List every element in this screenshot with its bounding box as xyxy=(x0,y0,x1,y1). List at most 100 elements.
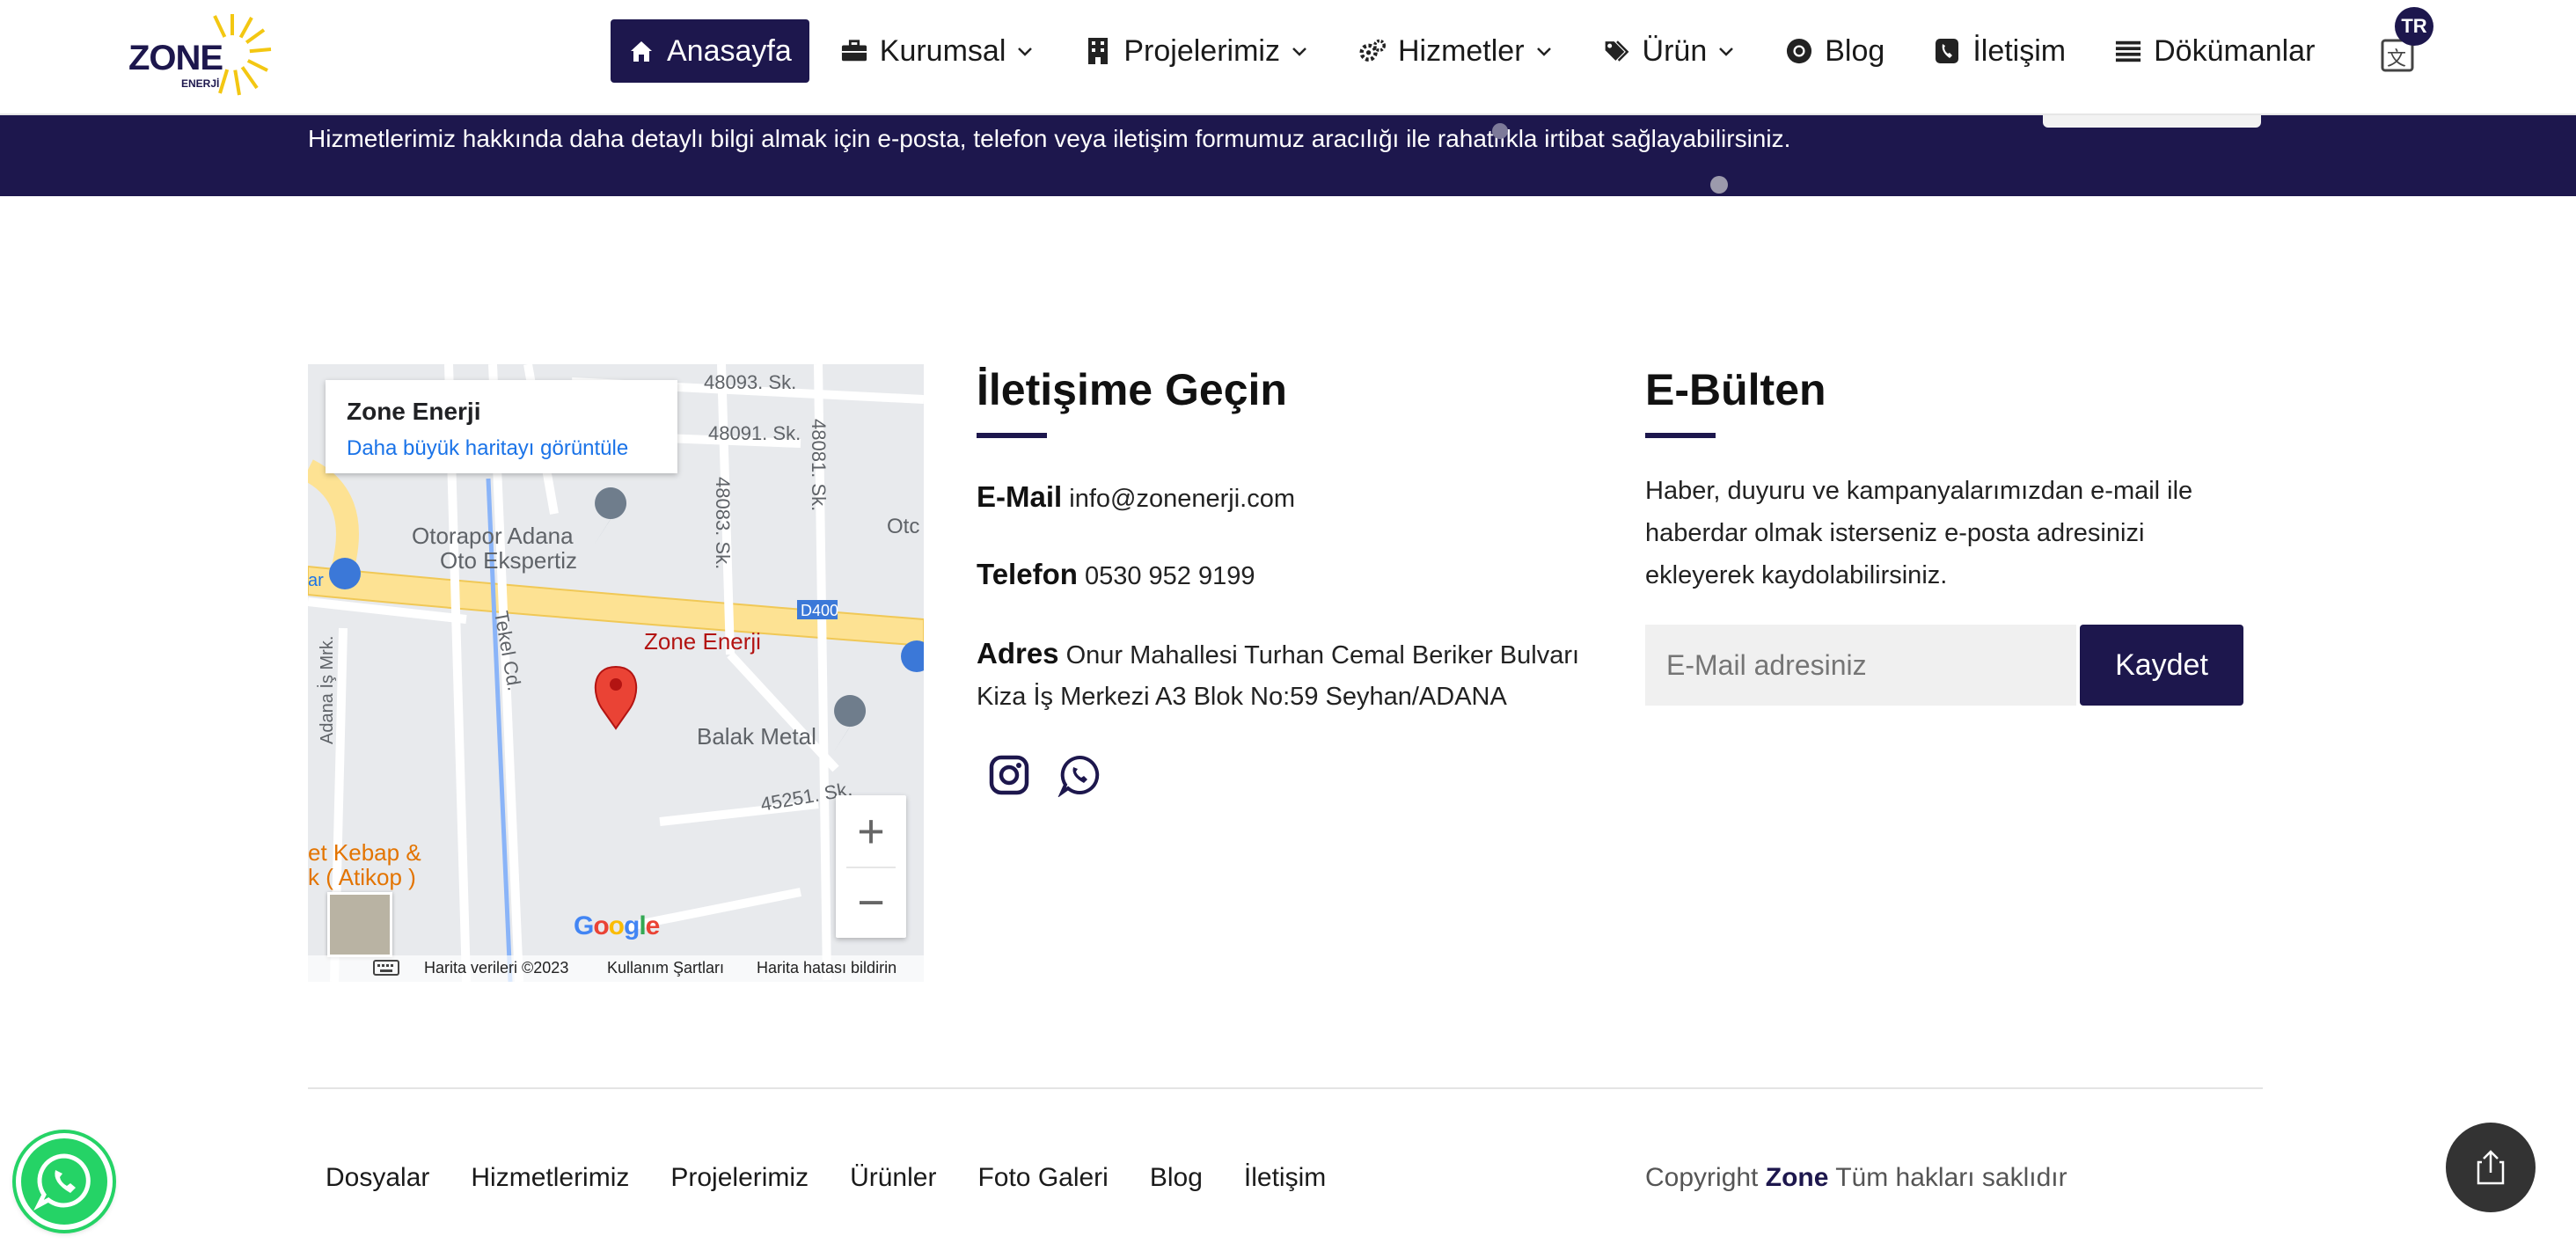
share-icon xyxy=(2477,1150,2505,1185)
contact-address-line2: Kiza İş Merkezi A3 Blok No:59 Seyhan/ADA… xyxy=(977,683,1507,711)
main-nav: Anasayfa Kurumsal Projelerimiz Hizmetler xyxy=(611,19,2346,83)
nav-label: Hizmetler xyxy=(1397,33,1525,68)
chevron-down-icon xyxy=(1018,48,1033,56)
nav-item-iletisim[interactable]: İletişim xyxy=(1916,19,2083,83)
carousel-dot[interactable] xyxy=(1492,123,1508,139)
tags-icon xyxy=(1604,38,1630,64)
nav-label: Ürün xyxy=(1642,33,1708,68)
whatsapp-float-button[interactable] xyxy=(16,1133,113,1230)
copyright-prefix: Copyright xyxy=(1645,1163,1759,1192)
newsletter-email-input[interactable] xyxy=(1645,625,2076,706)
whatsapp-icon xyxy=(33,1153,91,1211)
map-label: et Kebap & xyxy=(308,839,421,866)
map-place-card: Zone Enerji Daha büyük haritayı görüntül… xyxy=(326,380,677,473)
chevron-down-icon xyxy=(1292,48,1306,56)
newsletter-submit-button[interactable]: Kaydet xyxy=(2080,625,2243,706)
map-label: Otorapor Adana xyxy=(412,523,574,549)
logo-subtext: ENERJİ xyxy=(181,77,220,90)
map-pin-label: Zone Enerji xyxy=(644,628,761,655)
copyright-suffix: Tüm hakları saklıdır xyxy=(1835,1163,2067,1192)
top-navbar: ZONE ENERJİ Anasayfa Kurumsal Projelerim… xyxy=(0,0,2576,115)
copyright-brand[interactable]: Zone xyxy=(1766,1163,1829,1192)
map-label: 48093. Sk. xyxy=(704,371,796,393)
nav-item-urun[interactable]: Ürün xyxy=(1586,19,1755,83)
map-zoom-control: + − xyxy=(836,795,906,938)
footer-link-iletisim[interactable]: İletişim xyxy=(1244,1163,1326,1193)
nav-label: İletişim xyxy=(1972,33,2067,68)
contact-address-row: Adres Onur Mahallesi Turhan Cemal Berike… xyxy=(977,637,1579,670)
nav-item-hizmetler[interactable]: Hizmetler xyxy=(1342,19,1572,83)
instagram-icon[interactable] xyxy=(987,753,1031,797)
carousel-dot[interactable] xyxy=(1710,176,1728,194)
map-report-link[interactable]: Harita hatası bildirin xyxy=(757,959,896,977)
email-value[interactable]: info@zonenerji.com xyxy=(1069,485,1295,513)
svg-text:文: 文 xyxy=(2387,48,2406,70)
footer-link-dosyalar[interactable]: Dosyalar xyxy=(326,1163,429,1193)
phone-icon xyxy=(1934,38,1960,64)
email-label: E-Mail xyxy=(977,480,1063,513)
satellite-toggle[interactable] xyxy=(327,892,392,957)
nav-item-kurumsal[interactable]: Kurumsal xyxy=(823,19,1054,83)
chrome-icon xyxy=(1786,38,1812,64)
footer-link-urunler[interactable]: Ürünler xyxy=(850,1163,936,1193)
svg-text:D400: D400 xyxy=(801,602,838,619)
contact-phone-row: Telefon 0530 952 9199 xyxy=(977,558,1255,591)
title-underline xyxy=(1645,433,1716,438)
nav-label: Anasayfa xyxy=(667,33,792,68)
phone-value[interactable]: 0530 952 9199 xyxy=(1085,562,1255,590)
footer-links: Dosyalar Hizmetlerimiz Projelerimiz Ürün… xyxy=(326,1163,1367,1193)
gears-icon xyxy=(1359,38,1386,64)
nav-label: Kurumsal xyxy=(879,33,1006,68)
map-label: Balak Metal xyxy=(697,723,816,750)
footer-link-hizmetlerimiz[interactable]: Hizmetlerimiz xyxy=(471,1163,629,1193)
footer-link-blog[interactable]: Blog xyxy=(1150,1163,1203,1193)
briefcase-icon xyxy=(841,38,867,64)
map-label: Adana İş Mrk. xyxy=(317,636,337,744)
google-map[interactable]: 48093. Sk. 48091. Sk. 48081. Sk. Otorapo… xyxy=(308,364,924,982)
nav-item-blog[interactable]: Blog xyxy=(1768,19,1902,83)
phone-label: Telefon xyxy=(977,558,1078,590)
map-place-title: Zone Enerji xyxy=(347,398,481,425)
footer-divider xyxy=(308,1087,2263,1089)
map-label: ar xyxy=(308,571,324,590)
footer-link-foto-galeri[interactable]: Foto Galeri xyxy=(977,1163,1108,1193)
whatsapp-icon[interactable] xyxy=(1057,753,1101,798)
title-underline xyxy=(977,433,1047,438)
nav-label: Blog xyxy=(1825,33,1885,68)
zoom-separator xyxy=(846,867,896,868)
home-icon xyxy=(628,38,655,64)
nav-item-dokumanlar[interactable]: Dökümanlar xyxy=(2097,19,2332,83)
zoom-out-button[interactable]: − xyxy=(836,867,906,938)
chevron-down-icon xyxy=(1719,48,1734,56)
zone-enerji-logo[interactable]: ZONE ENERJİ xyxy=(128,9,273,104)
contact-title: İletişime Geçin xyxy=(977,365,1287,414)
chevron-down-icon xyxy=(1536,48,1551,56)
language-badge[interactable]: TR xyxy=(2395,7,2433,46)
banner-button-edge[interactable] xyxy=(2043,115,2261,128)
list-icon xyxy=(2115,38,2141,64)
map-label: k ( Atikop ) xyxy=(308,864,416,890)
view-larger-map-link[interactable]: Daha büyük haritayı görüntüle xyxy=(347,436,628,461)
contact-email-row: E-Mail info@zonenerji.com xyxy=(977,480,1295,514)
map-label: 48081. Sk. xyxy=(808,419,830,511)
map-label: 48083. Sk. xyxy=(712,477,734,569)
logo-text: ZONE xyxy=(128,39,223,77)
map-terms-link[interactable]: Kullanım Şartları xyxy=(607,959,724,977)
banner-text: Hizmetlerimiz hakkında daha detaylı bilg… xyxy=(308,125,1791,152)
copyright-text: Copyright Zone Tüm hakları saklıdır xyxy=(1645,1163,2067,1193)
footer-link-projelerimiz[interactable]: Projelerimiz xyxy=(670,1163,809,1193)
nav-label: Dökümanlar xyxy=(2154,33,2316,68)
share-float-button[interactable] xyxy=(2446,1123,2536,1212)
map-data-credit: Harita verileri ©2023 xyxy=(424,959,569,977)
building-icon xyxy=(1085,38,1111,64)
address-line1: Onur Mahallesi Turhan Cemal Beriker Bulv… xyxy=(1065,641,1580,669)
google-logo: Google xyxy=(574,911,660,940)
nav-item-projelerimiz[interactable]: Projelerimiz xyxy=(1067,19,1328,83)
newsletter-text: Haber, duyuru ve kampanyalarımızdan e-ma… xyxy=(1645,477,2193,589)
map-label: Oto Ekspertiz xyxy=(440,547,577,574)
map-footer: Harita verileri ©2023 Kullanım Şartları … xyxy=(308,955,924,982)
nav-label: Projelerimiz xyxy=(1123,33,1280,68)
newsletter-title: E-Bülten xyxy=(1645,365,1826,414)
zoom-in-button[interactable]: + xyxy=(836,795,906,867)
nav-item-anasayfa[interactable]: Anasayfa xyxy=(611,19,809,83)
